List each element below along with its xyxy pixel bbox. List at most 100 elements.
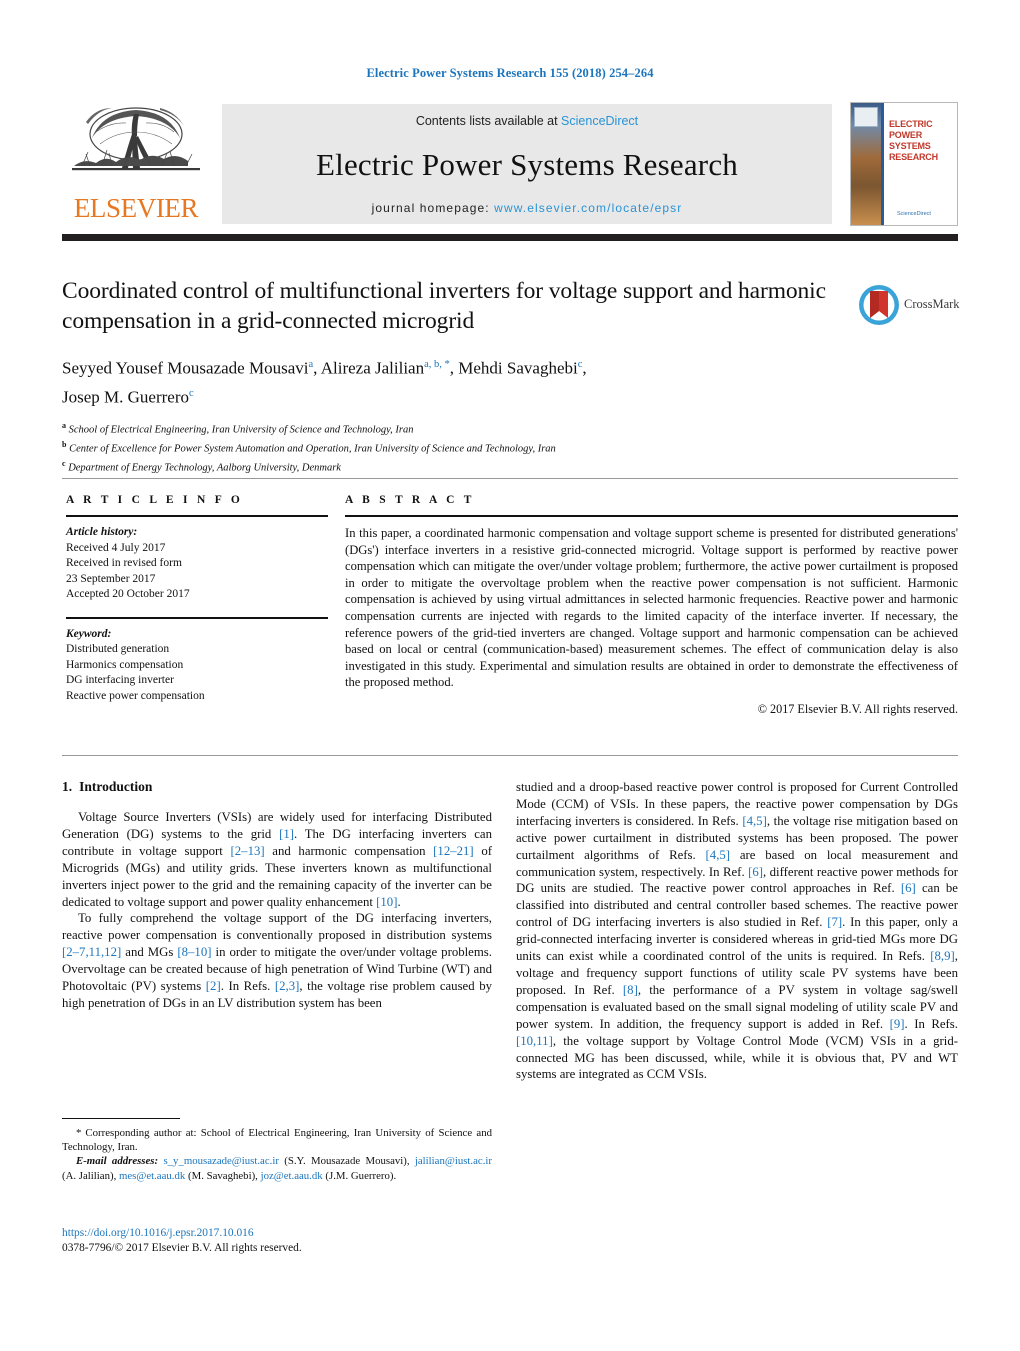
keyword-item: DG interfacing inverter (66, 674, 174, 686)
abstract-copyright: © 2017 Elsevier B.V. All rights reserved… (757, 701, 958, 716)
article-info-column: A R T I C L E I N F O Article history: R… (66, 494, 328, 704)
affiliation-marker[interactable]: c (189, 388, 194, 399)
crossmark-badge[interactable]: CrossMark (858, 282, 960, 344)
corresponding-author-note: * Corresponding author at: School of Elec… (62, 1126, 492, 1154)
corresponding-author-text: Corresponding author at: School of Elect… (62, 1127, 492, 1154)
body-column-right: studied and a droop-based reactive power… (516, 779, 958, 1083)
journal-title: Electric Power Systems Research (316, 146, 738, 182)
crossmark-icon[interactable] (858, 284, 900, 326)
affiliation-text: School of Electrical Engineering, Iran U… (68, 424, 414, 436)
header-divider (62, 234, 958, 241)
author-separator: , (313, 358, 321, 378)
abstract-section-bottom-rule (62, 755, 958, 756)
affiliation-marker: a (62, 421, 66, 431)
paragraph-text: . (397, 894, 401, 909)
citation-link[interactable]: [12–21] (433, 844, 474, 858)
journal-homepage-line: journal homepage: www.elsevier.com/locat… (372, 201, 683, 215)
article-info-heading: A R T I C L E I N F O (66, 494, 244, 506)
citation-link[interactable]: [6] (901, 881, 916, 895)
keyword-item: Reactive power compensation (66, 689, 205, 702)
citation-link[interactable]: [8–10] (177, 945, 211, 959)
affiliation-item: b Center of Excellence for Power System … (62, 438, 852, 457)
page-title: Coordinated control of multifunctional i… (62, 278, 826, 334)
contents-available-line: Contents lists available at ScienceDirec… (416, 114, 638, 128)
section-number: 1. (62, 779, 73, 794)
elsevier-wordmark: ELSEVIER (73, 193, 199, 223)
citation-link[interactable]: [10] (376, 895, 397, 909)
article-info-rule (66, 515, 328, 517)
author-name: Josep M. Guerrero (62, 387, 189, 407)
sciencedirect-link[interactable]: ScienceDirect (561, 114, 638, 128)
abstract-section-top-rule (62, 478, 958, 479)
email-person: (S.Y. Mousazade Mousavi), (284, 1155, 410, 1168)
elsevier-logo: ELSEVIER (62, 104, 210, 224)
citation-link[interactable]: [9] (890, 1017, 905, 1031)
affiliation-text: Department of Energy Technology, Aalborg… (68, 462, 341, 474)
article-info-separator (66, 616, 328, 619)
affiliation-marker-corresponding[interactable]: a, b, * (424, 359, 450, 370)
citation-link[interactable]: [2,3] (275, 979, 300, 993)
citation-link[interactable]: [8,9] (930, 949, 955, 963)
doi-block: https://doi.org/10.1016/j.epsr.2017.10.0… (62, 1226, 502, 1256)
cover-elsevier-logo-icon (854, 107, 878, 127)
email-link[interactable]: joz@et.aau.dk (261, 1170, 323, 1182)
paragraph: Voltage Source Inverters (VSIs) are wide… (62, 809, 492, 910)
homepage-prefix: journal homepage: (371, 201, 495, 215)
article-history-label: Article history: (66, 526, 138, 538)
email-label: E-mail addresses: (76, 1155, 159, 1168)
email-addresses-note: E-mail addresses: s_y_mousazade@iust.ac.… (62, 1154, 492, 1182)
author-separator: , (582, 358, 587, 378)
paragraph-text: . In Refs. (904, 1016, 958, 1031)
running-head: Electric Power Systems Research 155 (201… (366, 66, 654, 80)
abstract-heading: A B S T R A C T (345, 494, 475, 506)
history-item: Accepted 20 October 2017 (66, 588, 190, 600)
elsevier-tree-icon (72, 107, 200, 171)
citation-link[interactable]: [6] (748, 865, 763, 879)
article-header: Coordinated control of multifunctional i… (62, 276, 852, 476)
history-item: Received in revised form (66, 557, 182, 569)
citation-link[interactable]: [10,11] (516, 1034, 553, 1048)
paragraph-text: and harmonic compensation (264, 843, 434, 858)
citation-link[interactable]: [4,5] (706, 848, 731, 862)
author-name: Mehdi Savaghebi (458, 358, 578, 378)
abstract-rule (345, 515, 958, 517)
author-name: Seyyed Yousef Mousazade Mousavi (62, 358, 309, 378)
keywords-label: Keyword: (66, 627, 112, 640)
citation-link[interactable]: [7] (827, 915, 842, 929)
paragraph-text: , the voltage support by Voltage Control… (516, 1033, 958, 1082)
email-link[interactable]: s_y_mousazade@iust.ac.ir (163, 1155, 278, 1167)
affiliation-list: a School of Electrical Engineering, Iran… (62, 419, 852, 476)
paragraph: To fully comprehend the voltage support … (62, 910, 492, 1011)
email-link[interactable]: mes@et.aau.dk (119, 1170, 185, 1182)
footnote-divider (62, 1118, 180, 1119)
paragraph-text: . In Refs. (220, 979, 275, 994)
footnote-block: * Corresponding author at: School of Elec… (62, 1118, 492, 1183)
abstract-column: A B S T R A C T In this paper, a coordin… (345, 494, 958, 717)
affiliation-marker: b (62, 440, 67, 450)
citation-link[interactable]: [4,5] (742, 814, 767, 828)
email-link[interactable]: jalilian@iust.ac.ir (415, 1155, 492, 1167)
abstract-body: In this paper, a coordinated harmonic co… (345, 526, 958, 690)
contents-prefix: Contents lists available at (415, 114, 562, 128)
doi-link[interactable]: https://doi.org/10.1016/j.epsr.2017.10.0… (62, 1227, 254, 1239)
citation-link[interactable]: [1] (279, 827, 294, 841)
citation-link[interactable]: [2–7,11,12] (62, 945, 121, 959)
body-column-left: 1. Introduction Voltage Source Inverters … (62, 779, 492, 1012)
issn-copyright-line: 0378-7796/© 2017 Elsevier B.V. All right… (62, 1242, 302, 1254)
citation-link[interactable]: [8] (623, 983, 638, 997)
email-person: (J.M. Guerrero). (325, 1169, 397, 1182)
email-person: (M. Savaghebi), (188, 1169, 258, 1182)
journal-cover-thumbnail: ELECTRIC POWER SYSTEMS RESEARCH ScienceD… (850, 102, 958, 226)
crossmark-label: CrossMark (904, 297, 960, 311)
journal-band: Contents lists available at ScienceDirec… (222, 104, 832, 224)
citation-link[interactable]: [2–13] (231, 844, 265, 858)
affiliation-marker: c (62, 459, 66, 469)
article-history-group: Article history: Received 4 July 2017 Re… (66, 525, 328, 603)
corresponding-author-marker: * (76, 1127, 82, 1139)
email-person: (A. Jalilian), (62, 1169, 117, 1182)
citation-link[interactable]: [2] (206, 979, 221, 993)
affiliation-item: a School of Electrical Engineering, Iran… (62, 419, 852, 438)
cover-blue-rule (881, 103, 884, 225)
journal-homepage-link[interactable]: www.elsevier.com/locate/epsr (494, 201, 682, 215)
affiliation-item: c Department of Energy Technology, Aalbo… (62, 457, 852, 476)
